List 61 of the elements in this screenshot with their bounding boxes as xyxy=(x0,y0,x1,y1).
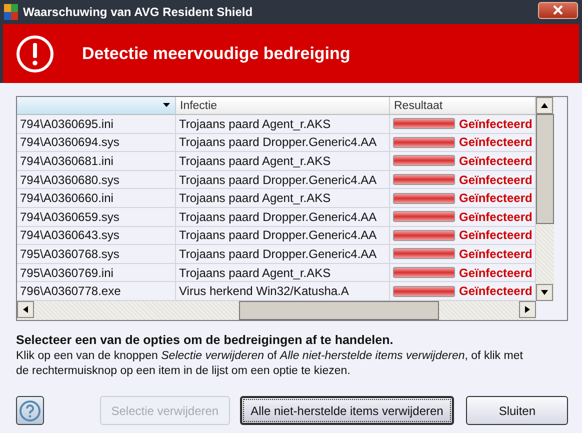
scroll-down-button[interactable] xyxy=(536,284,553,301)
arrow-right-icon xyxy=(523,304,532,314)
app-logo-icon xyxy=(4,4,18,20)
warning-icon xyxy=(16,34,54,72)
infected-bar-icon xyxy=(393,192,455,204)
infected-bar-icon xyxy=(393,230,455,241)
result-status: Geïnfecteerd xyxy=(459,210,532,224)
table-cell: 794\A0360681.ini xyxy=(17,152,176,171)
instructions-heading: Selecteer een van de opties om de bedreigingen af te handelen. xyxy=(16,333,394,347)
column-header[interactable]: Infectie xyxy=(176,97,390,115)
table-cell: 795\A0360768.sys xyxy=(17,245,176,264)
infected-bar-icon xyxy=(393,155,455,166)
result-status: Geïnfecteerd xyxy=(459,154,532,168)
scrollbar-thumb[interactable] xyxy=(536,114,554,224)
result-status: Geïnfecteerd xyxy=(459,284,532,298)
close-icon xyxy=(553,5,563,15)
infected-bar-icon xyxy=(393,118,455,130)
table-cell: 794\A0360659.sys xyxy=(17,208,176,227)
result-status: Geïnfecteerd xyxy=(459,246,532,261)
result-status: Geïnfecteerd xyxy=(459,228,532,242)
arrow-left-icon xyxy=(21,304,30,314)
table-cell: Trojaans paard Dropper.Generic4.AA xyxy=(176,208,390,227)
table-cell: Trojaans paard Dropper.Generic4.AA xyxy=(176,245,390,264)
help-button[interactable] xyxy=(16,396,44,425)
scroll-left-button[interactable] xyxy=(17,300,34,318)
table-cell: 794\A0360643.sys xyxy=(17,226,176,246)
window-title: Waarschuwing van AVG Resident Shield xyxy=(23,5,254,19)
dialog-button[interactable]: Sluiten xyxy=(466,396,568,425)
table-cell: 794\A0360680.sys xyxy=(17,170,176,190)
table-cell: Trojaans paard Agent_r.AKS xyxy=(176,152,390,171)
table-cell: 794\A0360694.sys xyxy=(17,134,176,152)
table-cell: Trojaans paard Agent_r.AKS xyxy=(176,189,390,208)
table-cell: Trojaans paard Dropper.Generic4.AA xyxy=(176,226,390,246)
table-cell: 794\A0360660.ini xyxy=(17,189,176,208)
close-button[interactable] xyxy=(538,2,578,18)
infected-bar-icon xyxy=(393,286,455,297)
scroll-up-button[interactable] xyxy=(536,97,553,114)
arrow-down-icon xyxy=(540,288,549,297)
table-cell: 794\A0360695.ini xyxy=(17,115,176,134)
column-header[interactable]: Resultaat xyxy=(390,97,536,115)
result-status: Geïnfecteerd xyxy=(459,116,532,131)
scrollbar-thumb[interactable] xyxy=(239,300,439,320)
result-status: Geïnfecteerd xyxy=(459,191,532,206)
result-status: Geïnfecteerd xyxy=(459,266,532,280)
arrow-up-icon xyxy=(540,101,549,110)
table-cell: Trojaans paard Agent_r.AKS xyxy=(176,115,390,134)
infected-bar-icon xyxy=(393,248,455,260)
infected-bar-icon xyxy=(393,136,455,148)
infected-bar-icon xyxy=(393,267,455,278)
result-status: Geïnfecteerd xyxy=(459,135,532,150)
infected-bar-icon xyxy=(393,174,455,186)
table-cell: Trojaans paard Dropper.Generic4.AA xyxy=(176,134,390,152)
infected-bar-icon xyxy=(393,211,455,222)
table-cell: Trojaans paard Dropper.Generic4.AA xyxy=(176,170,390,190)
result-status: Geïnfecteerd xyxy=(459,172,532,187)
dialog-button[interactable]: Alle niet-herstelde items verwijderen xyxy=(240,396,454,425)
table-cell: Trojaans paard Agent_r.AKS xyxy=(176,264,390,282)
scroll-right-button[interactable] xyxy=(519,300,536,318)
header-title: Detectie meervoudige bedreiging xyxy=(82,44,350,64)
instructions-text: Klik op een van de knoppen Selectie verwijderen of Alle niet-herstelde items verwijderen, of klik met de rechtermuisknop op een item in de lijst om een optie te kiezen. xyxy=(16,349,524,379)
table-cell: 795\A0360769.ini xyxy=(17,264,176,282)
